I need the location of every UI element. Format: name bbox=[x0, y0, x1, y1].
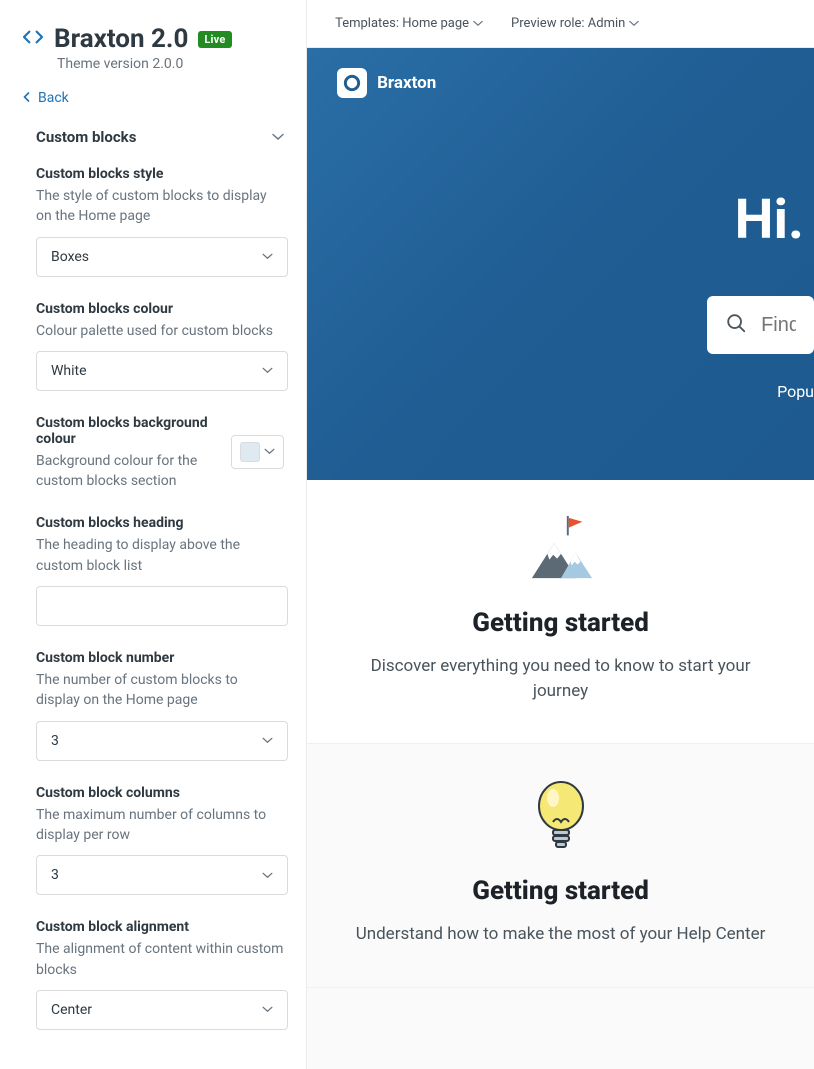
chevron-down-icon bbox=[272, 131, 284, 144]
theme-version: Theme version 2.0.0 bbox=[57, 56, 284, 72]
chevron-down-icon bbox=[262, 869, 273, 882]
preview-topbar: Templates: Home page Preview role: Admin bbox=[307, 0, 814, 48]
feature-card: Getting started Understand how to make t… bbox=[307, 744, 814, 988]
chevron-down-icon bbox=[262, 250, 273, 263]
section-title: Custom blocks bbox=[22, 128, 136, 146]
section-header[interactable]: Custom blocks bbox=[22, 128, 284, 146]
columns-select[interactable]: 3 bbox=[36, 855, 288, 895]
card-title: Getting started bbox=[351, 608, 770, 638]
preview-role-label: Preview role: Admin bbox=[511, 16, 625, 31]
select-value: Boxes bbox=[51, 249, 89, 265]
search-icon bbox=[725, 312, 747, 338]
alignment-select[interactable]: Center bbox=[36, 990, 288, 1030]
field-desc: The number of custom blocks to display o… bbox=[36, 670, 284, 711]
live-badge: Live bbox=[198, 31, 231, 48]
chevron-left-icon bbox=[22, 90, 32, 106]
chevron-down-icon bbox=[262, 734, 273, 747]
field-label: Custom blocks colour bbox=[36, 301, 284, 317]
search-bar[interactable] bbox=[707, 296, 814, 354]
hero-greeting: Hi. bbox=[337, 188, 814, 252]
field-number: Custom block number The number of custom… bbox=[22, 650, 284, 761]
heading-input[interactable] bbox=[36, 586, 288, 626]
hero-section: Braxton Hi. Popu bbox=[307, 48, 814, 480]
field-label: Custom blocks style bbox=[36, 166, 284, 182]
select-value: White bbox=[51, 363, 87, 379]
select-value: 3 bbox=[51, 867, 59, 883]
brand: Braxton bbox=[337, 68, 814, 98]
templates-label: Templates: Home page bbox=[335, 16, 469, 31]
chevron-down-icon bbox=[473, 20, 483, 27]
field-label: Custom blocks heading bbox=[36, 515, 284, 531]
field-label: Custom block columns bbox=[36, 785, 284, 801]
search-input[interactable] bbox=[761, 314, 796, 337]
sidebar-header: Braxton 2.0 Live bbox=[22, 24, 284, 54]
field-alignment: Custom block alignment The alignment of … bbox=[22, 919, 284, 1030]
code-icon bbox=[22, 28, 44, 50]
mountain-flag-icon bbox=[351, 514, 770, 586]
field-colour: Custom blocks colour Colour palette used… bbox=[22, 301, 284, 391]
card-desc: Understand how to make the most of your … bbox=[351, 922, 770, 947]
back-link[interactable]: Back bbox=[22, 90, 284, 106]
chevron-down-icon bbox=[264, 445, 275, 458]
field-label: Custom block number bbox=[36, 650, 284, 666]
feature-card: Getting started Discover everything you … bbox=[307, 480, 814, 744]
brand-name: Braxton bbox=[377, 73, 436, 93]
brand-logo-icon bbox=[337, 68, 367, 98]
chevron-down-icon bbox=[262, 364, 273, 377]
templates-dropdown[interactable]: Templates: Home page bbox=[335, 16, 483, 31]
settings-sidebar: Braxton 2.0 Live Theme version 2.0.0 Bac… bbox=[0, 0, 307, 1069]
preview-pane: Templates: Home page Preview role: Admin… bbox=[307, 0, 814, 1069]
chevron-down-icon bbox=[629, 20, 639, 27]
theme-title: Braxton 2.0 bbox=[54, 24, 188, 54]
select-value: Center bbox=[51, 1002, 92, 1018]
bg-colour-picker[interactable] bbox=[231, 435, 284, 469]
card-desc: Discover everything you need to know to … bbox=[351, 654, 770, 703]
field-label: Custom block alignment bbox=[36, 919, 284, 935]
field-desc: The alignment of content within custom b… bbox=[36, 939, 284, 980]
field-desc: The style of custom blocks to display on… bbox=[36, 186, 284, 227]
style-select[interactable]: Boxes bbox=[36, 237, 288, 277]
popular-label: Popu bbox=[337, 382, 814, 401]
field-label: Custom blocks background colour bbox=[36, 415, 231, 447]
field-desc: Background colour for the custom blocks … bbox=[36, 451, 231, 492]
colour-select[interactable]: White bbox=[36, 351, 288, 391]
card-title: Getting started bbox=[351, 876, 770, 906]
lightbulb-icon bbox=[351, 778, 770, 854]
field-style: Custom blocks style The style of custom … bbox=[22, 166, 284, 277]
field-desc: The maximum number of columns to display… bbox=[36, 805, 284, 846]
colour-swatch bbox=[240, 442, 260, 462]
field-heading: Custom blocks heading The heading to dis… bbox=[22, 515, 284, 626]
chevron-down-icon bbox=[262, 1003, 273, 1016]
field-desc: Colour palette used for custom blocks bbox=[36, 321, 284, 341]
field-desc: The heading to display above the custom … bbox=[36, 535, 284, 576]
number-select[interactable]: 3 bbox=[36, 721, 288, 761]
preview-role-dropdown[interactable]: Preview role: Admin bbox=[511, 16, 639, 31]
field-columns: Custom block columns The maximum number … bbox=[22, 785, 284, 896]
back-label: Back bbox=[38, 90, 69, 106]
field-bg-colour: Custom blocks background colour Backgrou… bbox=[22, 415, 284, 492]
select-value: 3 bbox=[51, 733, 59, 749]
